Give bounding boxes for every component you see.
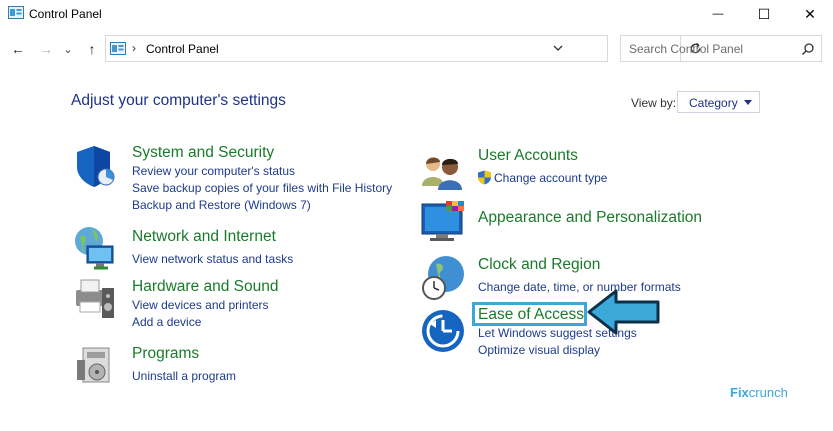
back-arrow-icon: ← bbox=[11, 41, 25, 57]
chevron-down-icon[interactable] bbox=[553, 43, 563, 53]
category-clock-and-region[interactable]: Clock and Region bbox=[478, 256, 600, 274]
chevron-down-icon: ⌄ bbox=[63, 43, 73, 56]
monitor-palette-icon bbox=[421, 201, 464, 241]
printer-speaker-icon bbox=[76, 279, 114, 318]
category-network-and-internet[interactable]: Network and Internet bbox=[132, 228, 276, 246]
chevron-down-icon bbox=[744, 100, 752, 105]
link-optimize-visual-display[interactable]: Optimize visual display bbox=[478, 343, 600, 357]
close-icon: ✕ bbox=[804, 5, 816, 22]
search-input[interactable]: Search Control Panel bbox=[620, 35, 822, 62]
category-programs[interactable]: Programs bbox=[132, 345, 199, 363]
ease-of-access-icon bbox=[422, 310, 464, 352]
minimize-icon: — bbox=[712, 8, 724, 20]
watermark-part2: crunch bbox=[748, 385, 788, 400]
watermark-part1: Fix bbox=[730, 385, 749, 400]
page-title: Adjust your computer's settings bbox=[71, 92, 286, 109]
link-view-devices-printers[interactable]: View devices and printers bbox=[132, 298, 269, 312]
forward-button[interactable]: → bbox=[35, 38, 57, 60]
control-panel-icon bbox=[110, 42, 126, 55]
shield-icon bbox=[77, 146, 115, 187]
category-system-and-security[interactable]: System and Security bbox=[132, 144, 274, 162]
up-button[interactable]: ↑ bbox=[81, 38, 103, 60]
network-globe-icon bbox=[75, 227, 114, 270]
link-uninstall-program[interactable]: Uninstall a program bbox=[132, 369, 236, 383]
category-user-accounts[interactable]: User Accounts bbox=[478, 147, 578, 165]
view-by-value: Category bbox=[689, 96, 738, 110]
highlight-box bbox=[472, 302, 587, 326]
up-arrow-icon: ↑ bbox=[88, 41, 96, 57]
back-button[interactable]: ← bbox=[7, 38, 29, 60]
watermark-logo: Fixcrunch bbox=[730, 385, 788, 400]
search-icon bbox=[801, 43, 814, 56]
category-hardware-and-sound[interactable]: Hardware and Sound bbox=[132, 278, 279, 296]
link-change-account-type[interactable]: Change account type bbox=[494, 171, 607, 185]
category-appearance-personalization[interactable]: Appearance and Personalization bbox=[478, 209, 702, 227]
close-button[interactable]: ✕ bbox=[787, 0, 833, 28]
user-accounts-icon bbox=[422, 157, 462, 190]
recent-locations-button[interactable]: ⌄ bbox=[61, 38, 75, 60]
control-panel-icon bbox=[8, 6, 24, 19]
address-bar[interactable]: › Control Panel bbox=[105, 35, 700, 62]
breadcrumb-separator: › bbox=[132, 41, 136, 55]
programs-box-icon bbox=[77, 347, 110, 383]
maximize-icon: ☐ bbox=[757, 5, 771, 22]
link-backup-and-restore[interactable]: Backup and Restore (Windows 7) bbox=[132, 198, 311, 212]
link-view-network-status[interactable]: View network status and tasks bbox=[132, 252, 293, 266]
view-by-dropdown[interactable]: Category bbox=[677, 91, 760, 113]
uac-shield-icon bbox=[478, 170, 491, 185]
link-add-device[interactable]: Add a device bbox=[132, 315, 201, 329]
link-save-backup-file-history[interactable]: Save backup copies of your files with Fi… bbox=[132, 181, 392, 195]
maximize-button[interactable]: ☐ bbox=[741, 0, 787, 28]
search-placeholder: Search Control Panel bbox=[629, 42, 744, 56]
breadcrumb-control-panel[interactable]: Control Panel bbox=[146, 42, 219, 56]
pointer-arrow-icon bbox=[587, 289, 660, 335]
forward-arrow-icon: → bbox=[39, 41, 53, 57]
title-bar: Control Panel — ☐ ✕ bbox=[0, 0, 833, 28]
minimize-button[interactable]: — bbox=[695, 0, 741, 28]
link-review-computer-status[interactable]: Review your computer's status bbox=[132, 164, 295, 178]
window-title: Control Panel bbox=[29, 7, 102, 21]
clock-globe-icon bbox=[422, 256, 464, 300]
view-by-label: View by: bbox=[631, 96, 677, 110]
